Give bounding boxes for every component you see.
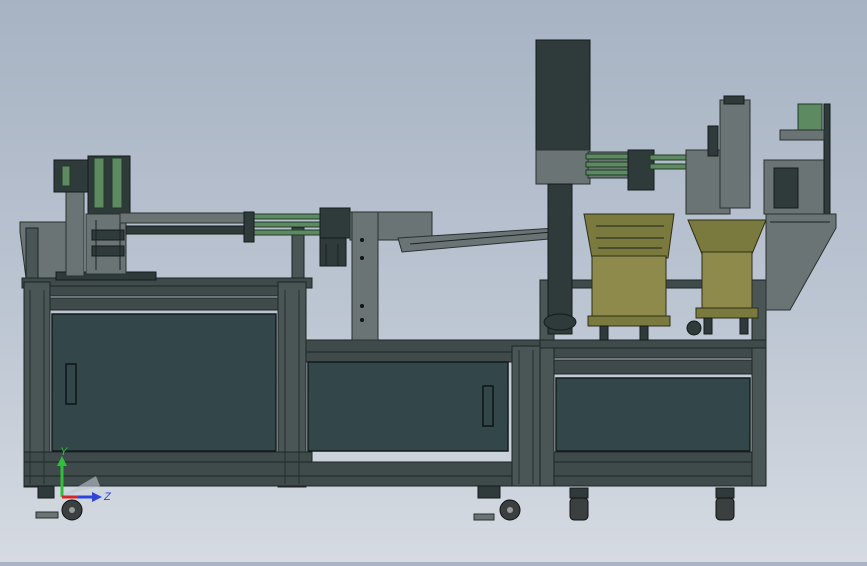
cad-viewport[interactable]: Y Z [0,0,867,562]
right-door [555,377,751,452]
z-axis-label: Z [103,491,112,503]
bowl-feeder-left [583,213,675,341]
middle-door [307,361,509,452]
caster-3 [569,497,589,521]
center-bracket [319,207,433,341]
machine-assembly-model[interactable]: Y Z [0,0,867,562]
caster-4 [715,497,735,521]
right-upper-assembly [627,95,831,215]
bowl-feeder-right [686,219,767,336]
y-axis-label: Y [60,446,68,458]
left-door [51,313,277,452]
caster-wheels [35,485,735,521]
right-chute [765,213,837,311]
